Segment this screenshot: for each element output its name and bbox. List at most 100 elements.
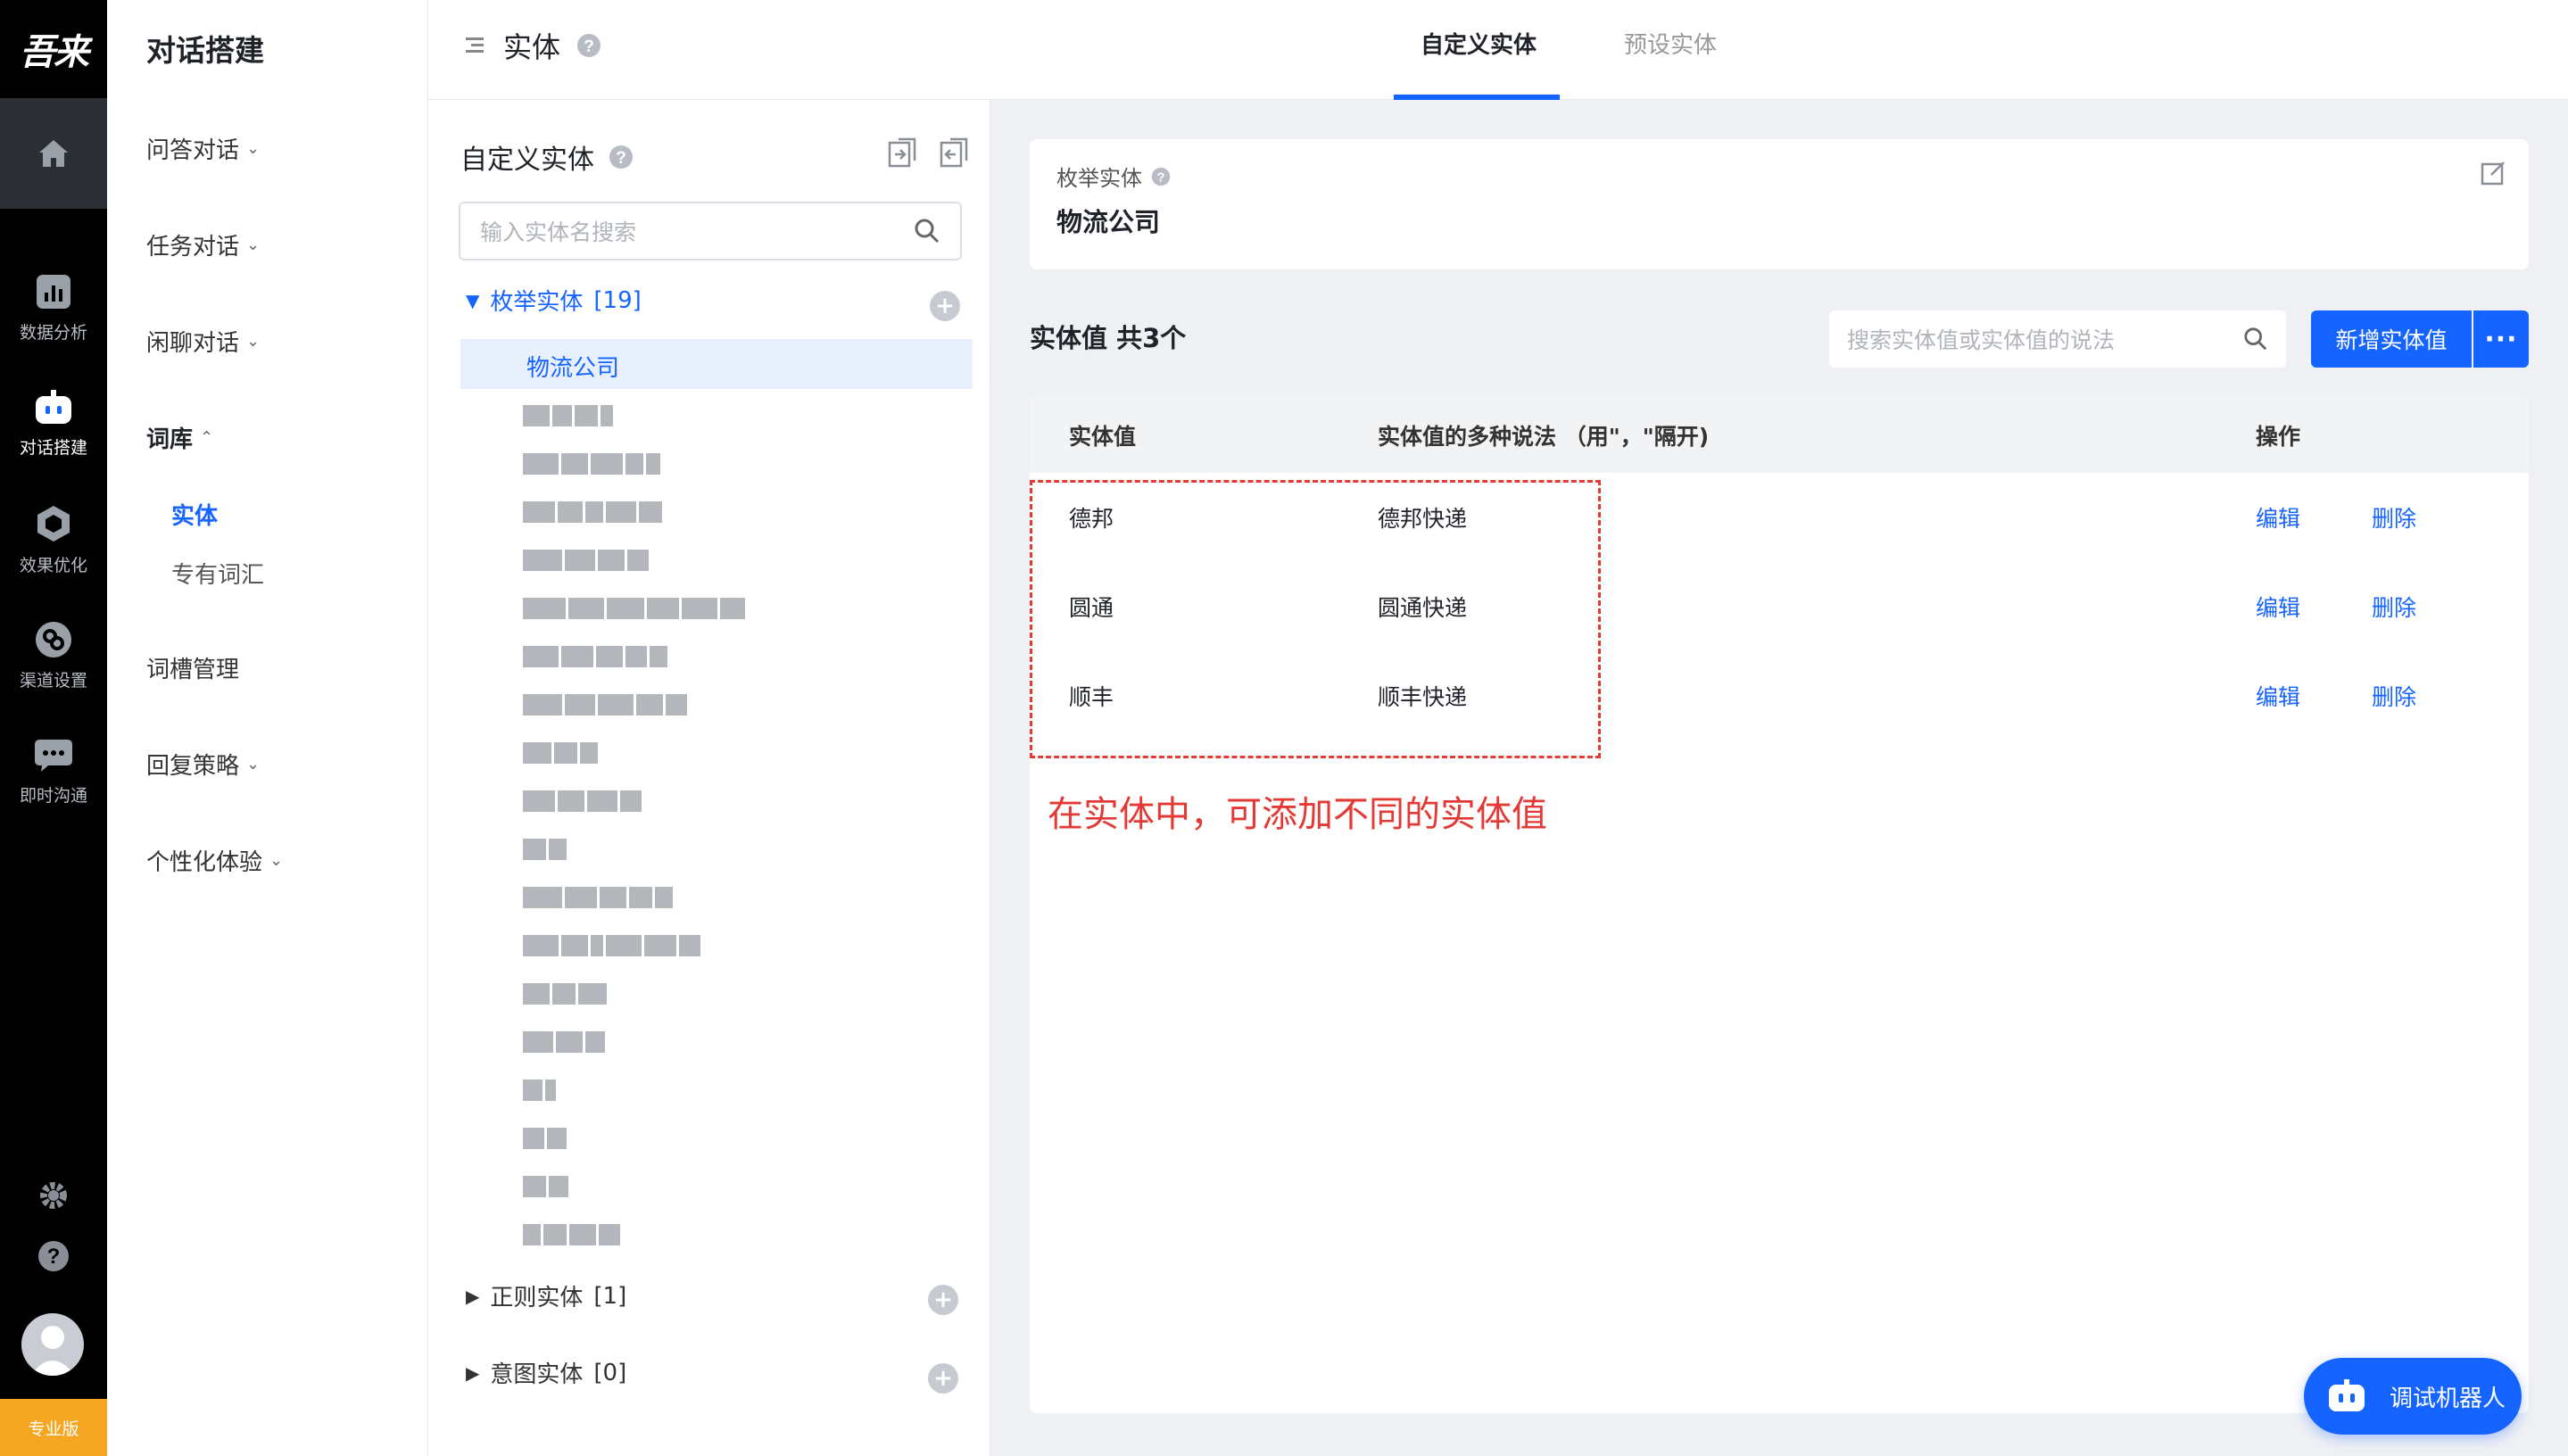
tree-item-blurred[interactable] bbox=[523, 740, 598, 765]
tree-group-count: [0] bbox=[593, 1359, 627, 1386]
tree-item-blurred[interactable] bbox=[523, 933, 700, 958]
tree-group-regex[interactable]: ▶ 正则实体 [1] bbox=[466, 1279, 626, 1312]
settings-icon[interactable] bbox=[36, 1178, 71, 1213]
tree-item-blurred[interactable] bbox=[523, 548, 649, 573]
panel-title: 自定义实体 ? bbox=[460, 137, 634, 177]
panel-title-text: 自定义实体 bbox=[460, 145, 594, 176]
edit-icon[interactable] bbox=[2481, 161, 2506, 186]
tab-custom-entity[interactable]: 自定义实体 bbox=[1421, 27, 1537, 60]
brand-logo[interactable]: 吾来 bbox=[0, 0, 107, 98]
help-circle-icon[interactable]: ? bbox=[609, 145, 634, 170]
home-button[interactable] bbox=[0, 98, 107, 209]
more-actions-button[interactable]: ··· bbox=[2473, 310, 2529, 368]
tree-item-blurred[interactable] bbox=[523, 1126, 567, 1151]
secondary-nav: 对话搭建 问答对话 ⌄ 任务对话 ⌄ 闲聊对话 ⌄ 词库 ⌃ 实体 专有词汇 词槽管理 … bbox=[107, 0, 428, 1456]
add-entity-value-button[interactable]: 新增实体值 bbox=[2311, 310, 2472, 368]
svg-text:?: ? bbox=[584, 37, 594, 56]
tree-group-intent[interactable]: ▶ 意图实体 [0] bbox=[466, 1356, 626, 1389]
rail-item-label: 即时沟通 bbox=[19, 785, 87, 806]
nav-item-label: 任务对话 bbox=[146, 234, 240, 261]
delete-link[interactable]: 删除 bbox=[2372, 501, 2416, 534]
tree-item-blurred[interactable] bbox=[523, 500, 662, 525]
menu-toggle-icon[interactable] bbox=[466, 36, 487, 55]
table-header: 实体值 实体值的多种说法 （用"，"隔开) 操作 bbox=[1030, 396, 2529, 473]
nav-item-slots[interactable]: 词槽管理 bbox=[146, 651, 239, 684]
rail-item-data-analysis[interactable]: 数据分析 bbox=[0, 259, 107, 357]
import-icon[interactable] bbox=[886, 137, 918, 170]
nav-item-reply-strategy[interactable]: 回复策略 ⌄ bbox=[146, 748, 260, 781]
nav-sub-vocabulary[interactable]: 专有词汇 bbox=[171, 557, 264, 590]
tree-item-blurred[interactable] bbox=[523, 596, 745, 621]
value-search-input[interactable]: 搜索实体值或实体值的说法 bbox=[1829, 310, 2286, 368]
tab-preset-entity[interactable]: 预设实体 bbox=[1624, 27, 1717, 60]
chevron-down-icon: ⌄ bbox=[246, 332, 261, 351]
nav-item-label: 闲聊对话 bbox=[146, 330, 240, 357]
rail-item-chat[interactable]: 即时沟通 bbox=[0, 723, 107, 821]
nav-item-label: 个性化体验 bbox=[146, 849, 263, 876]
svg-text:?: ? bbox=[1156, 170, 1164, 185]
nav-item-label: 问答对话 bbox=[146, 137, 240, 164]
nav-item-chitchat[interactable]: 闲聊对话 ⌄ bbox=[146, 325, 260, 358]
debug-robot-button[interactable]: 调试机器人 bbox=[2304, 1358, 2522, 1435]
tree-item-blurred[interactable] bbox=[523, 644, 667, 669]
tree-item-blurred[interactable] bbox=[523, 692, 687, 717]
nav-sub-entity[interactable]: 实体 bbox=[171, 498, 218, 531]
search-icon[interactable] bbox=[2243, 327, 2268, 352]
tree-item-blurred[interactable] bbox=[523, 837, 567, 862]
rail-item-label: 数据分析 bbox=[19, 322, 87, 343]
nav-item-label: 词槽管理 bbox=[146, 657, 240, 683]
help-icon[interactable]: ? bbox=[36, 1238, 71, 1274]
rail-item-label: 渠道设置 bbox=[19, 670, 87, 691]
nav-item-lexicon[interactable]: 词库 ⌃ bbox=[146, 421, 213, 454]
edit-link[interactable]: 编辑 bbox=[2256, 591, 2300, 623]
add-regex-entity-button[interactable]: + bbox=[928, 1285, 958, 1315]
rail-item-channel[interactable]: 渠道设置 bbox=[0, 607, 107, 705]
edit-link[interactable]: 编辑 bbox=[2256, 501, 2300, 534]
entity-detail-card: 枚举实体 ? 物流公司 bbox=[1030, 139, 2529, 269]
caret-right-icon: ▶ bbox=[466, 1361, 480, 1384]
edit-link[interactable]: 编辑 bbox=[2256, 680, 2300, 712]
tree-item-blurred[interactable] bbox=[523, 981, 607, 1006]
cube-icon bbox=[37, 505, 70, 542]
nav-title: 对话搭建 bbox=[146, 33, 264, 68]
rail-item-dialog-build[interactable]: 对话搭建 bbox=[0, 375, 107, 473]
add-intent-entity-button[interactable]: + bbox=[928, 1363, 958, 1394]
help-circle-icon[interactable]: ? bbox=[1151, 167, 1171, 186]
add-enum-entity-button[interactable]: + bbox=[930, 291, 960, 321]
entity-search-input[interactable]: 输入实体名搜索 bbox=[459, 202, 962, 261]
rail-item-optimize[interactable]: 效果优化 bbox=[0, 491, 107, 589]
robot-icon bbox=[2329, 1379, 2365, 1411]
nav-item-qa[interactable]: 问答对话 ⌄ bbox=[146, 132, 260, 165]
nav-item-label: 回复策略 bbox=[146, 753, 240, 780]
tree-item-selected[interactable]: 物流公司 bbox=[460, 339, 973, 389]
page-title: 实体 bbox=[503, 30, 561, 64]
entity-list-panel: 自定义实体 ? 输入实体名搜索 ▼ 枚举实体 [19] + 物流公司 ▶ 正则实… bbox=[428, 100, 990, 1456]
delete-link[interactable]: 删除 bbox=[2372, 591, 2416, 623]
column-header-synonyms: 实体值的多种说法 （用"，"隔开) bbox=[1378, 424, 1710, 450]
delete-link[interactable]: 删除 bbox=[2372, 680, 2416, 712]
caret-right-icon: ▶ bbox=[466, 1285, 480, 1307]
help-circle-icon[interactable]: ? bbox=[576, 33, 601, 58]
tree-item-blurred[interactable] bbox=[523, 1174, 568, 1199]
tree-item-blurred[interactable] bbox=[523, 885, 673, 910]
chevron-down-icon: ⌄ bbox=[246, 236, 261, 254]
tree-item-blurred[interactable] bbox=[523, 789, 642, 814]
tree-group-label: 正则实体 bbox=[490, 1285, 584, 1311]
annotation-text: 在实体中，可添加不同的实体值 bbox=[1048, 794, 1547, 835]
search-icon[interactable] bbox=[914, 218, 940, 244]
tree-group-enum[interactable]: ▼ 枚举实体 [19] bbox=[466, 284, 642, 317]
column-header-actions: 操作 bbox=[2256, 424, 2301, 450]
nav-item-task[interactable]: 任务对话 ⌄ bbox=[146, 228, 260, 261]
home-icon bbox=[39, 140, 68, 167]
panel-toolbar bbox=[886, 137, 970, 170]
tree-group-count: [19] bbox=[593, 286, 642, 314]
nav-item-personalization[interactable]: 个性化体验 ⌄ bbox=[146, 844, 283, 877]
tree-item-blurred[interactable] bbox=[523, 1030, 605, 1055]
tree-item-blurred[interactable] bbox=[523, 1078, 556, 1103]
tree-item-blurred[interactable] bbox=[523, 451, 660, 476]
chevron-down-icon: ⌄ bbox=[246, 139, 261, 158]
export-icon[interactable] bbox=[938, 137, 970, 170]
tree-item-blurred[interactable] bbox=[523, 403, 613, 428]
tree-item-blurred[interactable] bbox=[523, 1222, 620, 1247]
user-avatar[interactable] bbox=[21, 1313, 84, 1376]
